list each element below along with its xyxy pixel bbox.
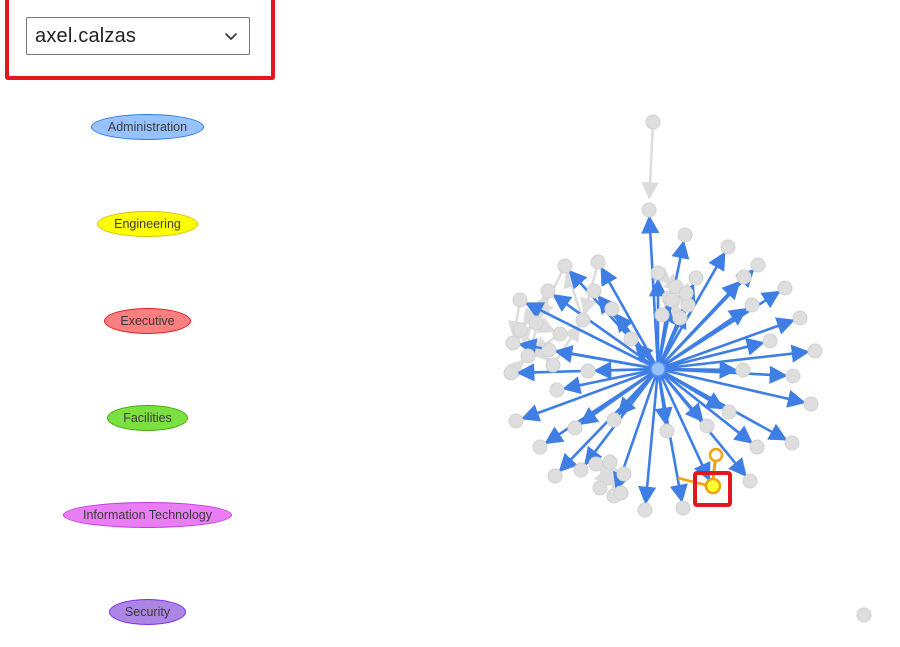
graph-node[interactable] [641,202,657,218]
graph-node[interactable] [750,257,766,273]
graph-node[interactable] [637,502,653,518]
graph-node[interactable] [762,333,778,349]
graph-node[interactable] [580,363,596,379]
network-graph[interactable] [0,0,900,647]
graph-node[interactable] [557,258,573,274]
graph-node[interactable] [592,480,608,496]
graph-node[interactable] [586,283,602,299]
graph-node[interactable] [678,285,694,301]
graph-node[interactable] [688,270,704,286]
graph-overlay [677,447,732,507]
graph-node[interactable] [677,227,693,243]
graph-node[interactable] [777,280,793,296]
highlight-edge [677,476,707,487]
graph-node[interactable] [784,435,800,451]
graph-node[interactable] [602,454,618,470]
graph-node[interactable] [547,468,563,484]
graph-node[interactable] [699,418,715,434]
graph-node[interactable] [528,315,544,331]
graph-node[interactable] [742,473,758,489]
graph-node[interactable] [623,331,639,347]
highlight-node-outline[interactable] [708,447,724,463]
graph-node[interactable] [540,283,556,299]
graph-node[interactable] [659,423,675,439]
graph-node[interactable] [803,396,819,412]
graph-node[interactable] [735,362,751,378]
muted-edge [641,121,659,200]
graph-node[interactable] [575,312,591,328]
graph-node[interactable] [720,239,736,255]
graph-node[interactable] [672,310,688,326]
graph-node[interactable] [785,368,801,384]
graph-node[interactable] [675,500,691,516]
outgoing-edge [657,360,738,379]
graph-node[interactable] [650,265,666,281]
graph-node[interactable] [792,310,808,326]
graph-node[interactable] [549,382,565,398]
graph-node[interactable] [573,462,589,478]
graph-node[interactable] [512,322,528,338]
graph-node[interactable] [807,343,823,359]
graph-node[interactable] [588,456,604,472]
graph-node[interactable] [645,114,661,130]
graph-node[interactable] [664,292,680,308]
graph-node[interactable] [541,342,557,358]
graph-node[interactable] [503,365,519,381]
graph-node[interactable] [616,466,632,482]
graph-node[interactable] [721,404,737,420]
graph-node[interactable] [505,335,521,351]
selected-user-node[interactable] [650,361,666,377]
graph-node[interactable] [736,269,752,285]
graph-node[interactable] [613,485,629,501]
graph-node[interactable] [545,357,561,373]
graph-node[interactable] [744,297,760,313]
highlight-node[interactable] [704,477,722,495]
graph-node[interactable] [606,412,622,428]
graph-node[interactable] [654,307,670,323]
graph-node[interactable] [512,292,528,308]
graph-node[interactable] [520,348,536,364]
graph-node[interactable] [604,301,620,317]
graph-node[interactable] [749,439,765,455]
graph-node[interactable] [532,439,548,455]
graph-node[interactable] [567,420,583,436]
graph-node[interactable] [590,254,606,270]
graph-node[interactable] [508,413,524,429]
graph-node[interactable] [552,326,568,342]
graph-node[interactable] [856,607,872,623]
